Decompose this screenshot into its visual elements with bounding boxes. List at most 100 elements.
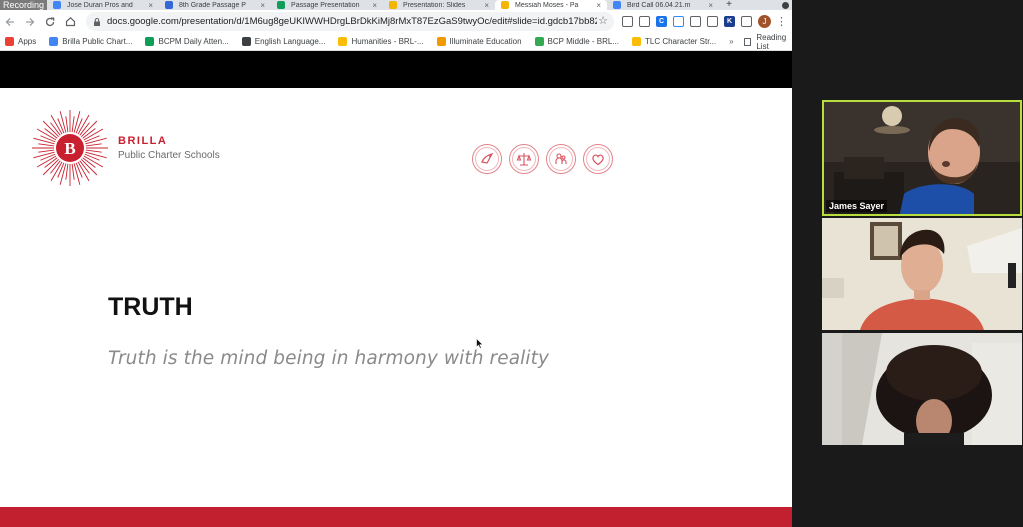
tab-title: Presentation: Slides (403, 1, 466, 9)
participant-video-3-image (822, 333, 1022, 445)
bookmark-item[interactable]: Brilla Public Chart... (49, 37, 132, 46)
profile-avatar[interactable]: J (758, 15, 771, 28)
tabs: Jose Duran Pros and × 8th Grade Passage P ×… (47, 0, 719, 10)
home-icon (65, 16, 75, 27)
c-extension-icon[interactable]: C (656, 16, 667, 27)
virtue-icons (472, 144, 613, 174)
reading-list-icon (743, 37, 752, 46)
bookmark-favicon-icon (241, 37, 251, 46)
bookmark-label: Apps (18, 37, 37, 46)
bookmark-item[interactable]: Apps (5, 37, 36, 46)
bookmark-label: TLC Character Str... (644, 37, 717, 46)
screen-extension-icon[interactable] (707, 16, 718, 27)
browser-window: Recording Jose Duran Pros and × 8th Grade … (0, 0, 792, 527)
slide-title: TRUTH (108, 293, 193, 321)
eagle-icon (472, 144, 502, 174)
k-extension-icon[interactable]: K (724, 16, 735, 27)
participant-video-2-image (822, 218, 1022, 330)
browser-tab[interactable]: 8th Grade Passage P × (159, 0, 271, 10)
browser-tab[interactable]: Jose Duran Pros and × (47, 0, 159, 10)
reload-button[interactable] (40, 12, 60, 32)
bookmark-item[interactable]: Illuminate Education (436, 37, 522, 46)
bookmark-item[interactable]: TLC Character Str... (631, 37, 717, 46)
tab-close-icon[interactable]: × (260, 1, 265, 10)
tab-favicon-icon (613, 1, 622, 9)
forward-arrow-icon (26, 17, 35, 26)
recording-badge: Recording (0, 0, 48, 10)
browser-menu-icon[interactable]: ⋮ (776, 15, 787, 28)
browser-tab[interactable]: Bird Call 06.04.21.m × (607, 0, 719, 10)
bookmark-label: BCPM Daily Atten... (158, 37, 229, 46)
tab-title: Jose Duran Pros and (67, 1, 133, 9)
presentation-slide[interactable]: B BRILLA Public Charter Schools TRUTH Tr… (0, 88, 792, 527)
puzzle-extension-icon[interactable] (741, 16, 752, 27)
new-tab-button[interactable]: + (719, 0, 739, 10)
browser-tab[interactable]: Passage Presentation × (271, 0, 383, 10)
brand-subtitle: Public Charter Schools (118, 150, 220, 161)
browser-tab[interactable]: Presentation: Slides × (383, 0, 495, 10)
tab-strip: Recording Jose Duran Pros and × 8th Grade … (0, 0, 792, 10)
forward-button[interactable] (20, 12, 40, 32)
tab-title: Messiah Moses - Pa (515, 1, 579, 9)
bookmark-favicon-icon (631, 37, 641, 46)
participant-video-2[interactable] (822, 218, 1022, 330)
home-button[interactable] (60, 12, 80, 32)
lock-icon (94, 17, 100, 26)
bookmark-item[interactable]: English Language... (241, 37, 326, 46)
reading-list-label: Reading List (756, 32, 787, 51)
bookmark-label: English Language... (254, 37, 326, 46)
browser-tab[interactable]: Messiah Moses - Pa × (495, 0, 608, 10)
tab-favicon-icon (389, 1, 398, 9)
participant-name-label: James Sayer (826, 200, 888, 212)
tab-favicon-icon (53, 1, 62, 9)
brilla-logo-icon: B (32, 110, 108, 186)
bookmark-label: Brilla Public Chart... (62, 37, 133, 46)
screen: Recording Jose Duran Pros and × 8th Grade … (0, 0, 1023, 527)
tab-favicon-icon (165, 1, 174, 9)
url-input[interactable] (107, 16, 597, 27)
tab-close-icon[interactable]: × (596, 1, 601, 10)
heart-icon (583, 144, 613, 174)
address-bar[interactable]: ☆ (86, 12, 614, 31)
bookmark-label: Illuminate Education (449, 37, 522, 46)
mouse-cursor-icon (476, 338, 484, 349)
bookmark-label: Humanities - BRL-... (351, 37, 424, 46)
cast-extension-icon[interactable] (690, 16, 701, 27)
back-button[interactable] (0, 12, 20, 32)
tab-title: 8th Grade Passage P (179, 1, 246, 9)
bookmarks-overflow-button[interactable]: » (729, 37, 733, 46)
bookmark-item[interactable]: Humanities - BRL-... (338, 37, 424, 46)
bookmark-favicon-icon (436, 37, 446, 46)
tab-title: Passage Presentation (291, 1, 360, 9)
bookmarks-bar: Apps Brilla Public Chart... BCPM Daily Att… (0, 33, 792, 51)
bookmark-star-icon[interactable]: ☆ (598, 14, 608, 27)
tab-search-button[interactable] (778, 0, 792, 10)
tab-close-icon[interactable]: × (484, 1, 489, 10)
participant-video-1[interactable]: James Sayer (822, 100, 1022, 216)
browser-toolbar: ☆ C K J ⋮ (0, 10, 792, 33)
slide-subtitle: Truth is the mind being in harmony with … (108, 348, 550, 369)
zoom-extension-icon[interactable] (673, 16, 684, 27)
reading-list-button[interactable]: Reading List (743, 32, 789, 51)
shield-extension-icon[interactable] (622, 16, 633, 27)
participant-video-3[interactable] (822, 333, 1022, 445)
bookmark-favicon-icon (5, 37, 14, 46)
tab-title: Bird Call 06.04.21.m (627, 1, 691, 9)
video-gallery: James Sayer (792, 0, 1023, 527)
bookmark-favicon-icon (534, 37, 544, 46)
tab-close-icon[interactable]: × (708, 1, 713, 10)
brand-name: BRILLA (118, 135, 168, 147)
tab-search-icon (781, 1, 789, 9)
logo-letter: B (64, 139, 75, 158)
scales-icon (509, 144, 539, 174)
bookmark-favicon-icon (145, 37, 155, 46)
bookmark-favicon-icon (338, 37, 348, 46)
bookmark-item[interactable]: BCPM Daily Atten... (145, 37, 229, 46)
tab-close-icon[interactable]: × (148, 1, 153, 10)
tab-close-icon[interactable]: × (372, 1, 377, 10)
reload-icon (45, 17, 55, 26)
participant-video-1-image (824, 102, 1020, 214)
bookmark-item[interactable]: BCP Middle - BRL... (534, 37, 619, 46)
filter-extension-icon[interactable] (639, 16, 650, 27)
slide-footer-bar (0, 507, 792, 527)
